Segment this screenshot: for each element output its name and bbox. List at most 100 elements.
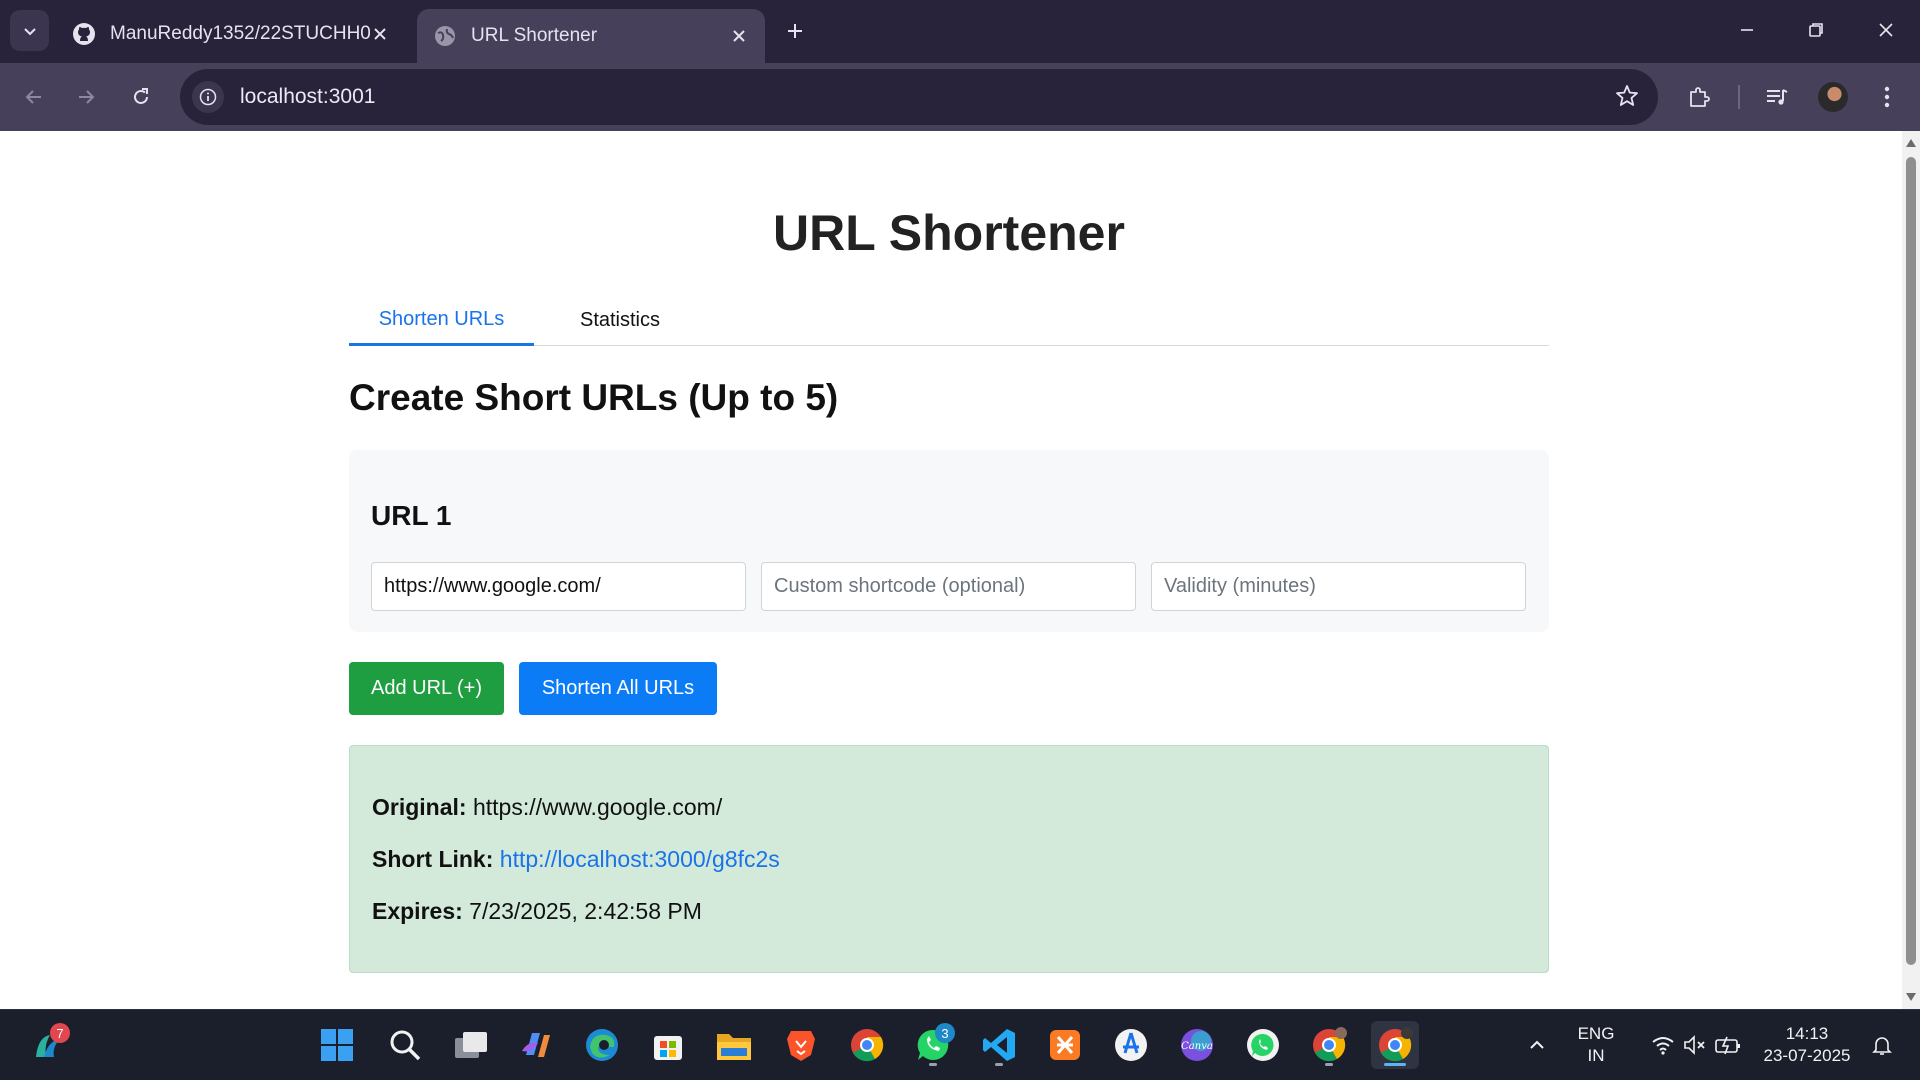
tab-shorten-urls[interactable]: Shorten URLs [349, 295, 534, 346]
new-tab-button[interactable] [778, 14, 812, 48]
github-icon [72, 22, 96, 46]
original-value: https://www.google.com/ [472, 794, 723, 820]
reload-button[interactable] [119, 75, 163, 119]
battery-charging-icon [1715, 1036, 1740, 1055]
chrome-active-app[interactable] [1371, 1021, 1419, 1069]
task-view-icon [455, 1032, 487, 1058]
address-bar[interactable]: localhost:3001 [180, 69, 1658, 125]
shorten-all-button[interactable]: Shorten All URLs [519, 662, 717, 715]
browser-tab-bar: ManuReddy1352/22STUCHH01 URL Shortener [0, 0, 1920, 63]
os-taskbar: 7 3 Canva ENG IN 14:13 23-07-2025 [0, 1009, 1920, 1080]
validity-minutes-input[interactable] [1151, 562, 1526, 611]
chrome-app[interactable] [843, 1021, 891, 1069]
toolbar-divider [1738, 85, 1740, 109]
browser-tab-github[interactable]: ManuReddy1352/22STUCHH01 [56, 9, 406, 58]
scroll-down-arrow-icon[interactable] [1906, 993, 1916, 1001]
back-button[interactable] [12, 75, 56, 119]
section-title: Create Short URLs (Up to 5) [349, 377, 839, 418]
close-tab-icon[interactable] [729, 26, 749, 46]
custom-shortcode-input[interactable] [761, 562, 1136, 611]
notifications-button[interactable] [1862, 1021, 1902, 1069]
puzzle-icon [1690, 87, 1710, 107]
svg-text:Canva: Canva [1181, 1041, 1213, 1052]
clock-time: 14:13 [1785, 1024, 1829, 1043]
url-entry-card: URL 1 [349, 450, 1549, 632]
widgets-button[interactable]: 7 [24, 1021, 72, 1069]
plus-icon [788, 24, 802, 38]
globe-icon [433, 24, 457, 48]
chevron-down-icon [23, 27, 36, 35]
store-app[interactable] [644, 1021, 692, 1069]
browser-tab-url-shortener[interactable]: URL Shortener [417, 9, 765, 63]
task-view-button[interactable] [447, 1021, 495, 1069]
page-viewport: URL Shortener Shorten URLs Statistics Cr… [0, 131, 1902, 1009]
running-indicator [1325, 1063, 1333, 1066]
result-card: Original: https://www.google.com/ Short … [349, 745, 1549, 973]
more-vertical-icon [1884, 86, 1890, 108]
xampp-app[interactable] [1041, 1021, 1089, 1069]
forward-button[interactable] [64, 75, 108, 119]
chrome-profile-app[interactable] [1305, 1021, 1353, 1069]
app-tabs: Shorten URLs Statistics [349, 295, 1549, 346]
arrow-left-icon [25, 90, 41, 104]
whatsapp-web-app[interactable] [1239, 1021, 1287, 1069]
search-icon [390, 1030, 421, 1061]
search-button[interactable] [381, 1021, 429, 1069]
bookmark-star-icon[interactable] [1614, 83, 1640, 114]
result-original-row: Original: https://www.google.com/ [372, 794, 722, 821]
extensions-button[interactable] [1679, 77, 1719, 117]
browser-menu-button[interactable] [1867, 77, 1907, 117]
clock[interactable]: 14:13 23-07-2025 [1758, 1023, 1856, 1067]
add-url-button[interactable]: Add URL (+) [349, 662, 504, 715]
copilot-app[interactable] [512, 1021, 560, 1069]
file-explorer-app[interactable] [710, 1021, 758, 1069]
app-store-app[interactable] [1107, 1021, 1155, 1069]
show-hidden-icons-button[interactable] [1515, 1021, 1559, 1069]
brave-app[interactable] [777, 1021, 825, 1069]
minimize-button[interactable] [1713, 0, 1781, 60]
quick-settings-button[interactable] [1636, 1021, 1756, 1069]
avatar [1818, 82, 1848, 112]
running-indicator [995, 1063, 1003, 1066]
long-url-input[interactable] [371, 562, 746, 611]
wifi-icon [1652, 1037, 1674, 1055]
notification-badge: 7 [50, 1023, 70, 1043]
notification-badge: 3 [935, 1023, 955, 1043]
start-button[interactable] [313, 1021, 361, 1069]
tab-title: ManuReddy1352/22STUCHH01 [110, 22, 370, 44]
restore-button[interactable] [1782, 0, 1850, 60]
copilot-icon [522, 1033, 550, 1057]
site-info-icon[interactable] [192, 81, 224, 113]
vscode-app[interactable] [975, 1021, 1023, 1069]
original-label: Original: [372, 794, 467, 820]
reload-icon [134, 88, 148, 104]
chrome-icon [1379, 1027, 1413, 1062]
vscode-icon [983, 1029, 1015, 1061]
tab-statistics[interactable]: Statistics [534, 295, 706, 346]
short-link[interactable]: http://localhost:3000/g8fc2s [500, 846, 780, 872]
xampp-icon [1050, 1030, 1080, 1060]
app-store-icon [1115, 1029, 1147, 1061]
scrollbar-thumb[interactable] [1906, 157, 1916, 965]
tab-search-button[interactable] [10, 10, 49, 51]
address-text: localhost:3001 [240, 85, 376, 108]
media-controls-button[interactable] [1757, 77, 1797, 117]
profile-button[interactable] [1813, 77, 1853, 117]
running-indicator [1384, 1063, 1406, 1066]
edge-app[interactable] [578, 1021, 626, 1069]
whatsapp-app[interactable]: 3 [909, 1021, 957, 1069]
canva-app[interactable]: Canva [1173, 1021, 1221, 1069]
brave-lion-icon [787, 1031, 815, 1061]
scroll-up-arrow-icon[interactable] [1906, 139, 1916, 147]
running-indicator [929, 1063, 937, 1066]
page-scrollbar[interactable] [1902, 131, 1920, 1009]
chevron-up-icon [1530, 1040, 1544, 1049]
url-entry-label: URL 1 [371, 500, 452, 531]
close-window-button[interactable] [1852, 0, 1920, 60]
language-indicator[interactable]: ENG IN [1568, 1023, 1624, 1067]
close-tab-icon[interactable] [370, 24, 390, 44]
region-code: IN [1587, 1046, 1605, 1065]
restore-icon [1809, 23, 1823, 37]
whatsapp-icon [1247, 1029, 1279, 1061]
arrow-right-icon [79, 90, 95, 104]
